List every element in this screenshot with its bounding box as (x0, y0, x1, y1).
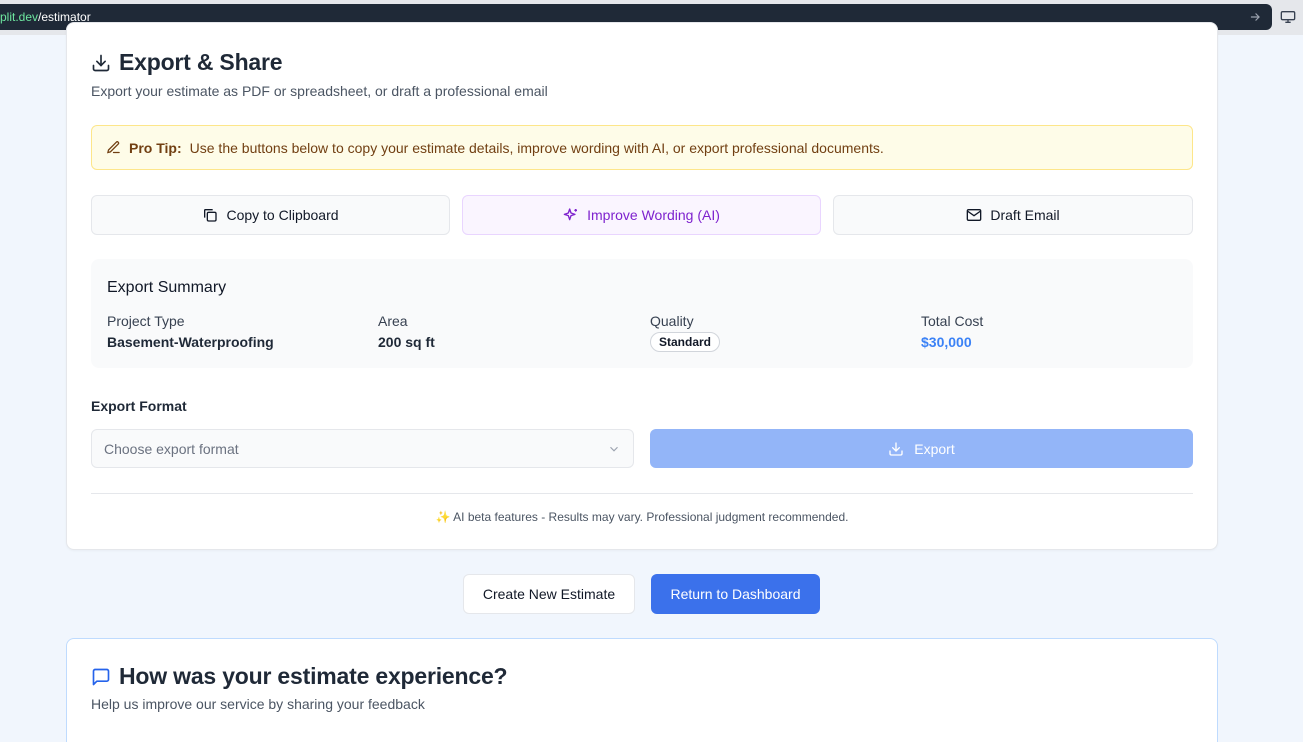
project-type-label: Project Type (107, 313, 185, 329)
pencil-icon (107, 141, 120, 154)
return-to-dashboard-button[interactable]: Return to Dashboard (651, 574, 820, 614)
summary-total-cost: Total Cost $30,000 (921, 313, 983, 350)
total-cost-label: Total Cost (921, 313, 984, 329)
export-subtitle: Export your estimate as PDF or spreadshe… (91, 83, 548, 99)
return-dashboard-label: Return to Dashboard (670, 586, 801, 602)
copy-icon (204, 209, 218, 222)
quality-badge: Standard (650, 332, 721, 352)
page-title: Export & Share (119, 49, 283, 75)
copy-to-clipboard-button[interactable]: Copy to Clipboard (91, 195, 450, 235)
area-value: 200 sq ft (378, 334, 435, 350)
mail-icon (967, 209, 982, 221)
export-button[interactable]: Export (650, 429, 1193, 468)
improve-button-label: Improve Wording (AI) (587, 207, 720, 223)
create-new-label: Create New Estimate (482, 586, 616, 602)
quality-label: Quality (650, 313, 694, 329)
export-share-card: Export & Share Export your estimate as P… (66, 22, 1218, 550)
export-header: Export & Share (91, 49, 283, 76)
monitor-icon[interactable] (1280, 10, 1296, 24)
pro-tip-text: Use the buttons below to copy your estim… (189, 139, 884, 156)
feedback-title: How was your estimate experience? (119, 663, 508, 689)
area-label: Area (378, 313, 408, 329)
email-button-label: Draft Email (990, 207, 1060, 223)
export-format-label: Export Format (91, 398, 187, 414)
project-type-value: Basement-Waterproofing (107, 334, 274, 350)
arrow-right-icon[interactable] (1248, 10, 1262, 24)
summary-quality: Quality Standard (650, 313, 721, 352)
feedback-card: How was your estimate experience? Help u… (66, 638, 1218, 742)
pro-tip-label: Pro Tip: (129, 139, 182, 156)
sparkles-icon (563, 208, 578, 221)
feedback-subtitle: Help us improve our service by sharing y… (91, 696, 425, 712)
export-format-placeholder: Choose export format (104, 440, 239, 457)
total-cost-value: $30,000 (921, 334, 972, 350)
summary-area: Area 200 sq ft (378, 313, 435, 350)
create-new-estimate-button[interactable]: Create New Estimate (463, 574, 635, 614)
export-summary: Export Summary Project Type Basement-Wat… (91, 259, 1193, 368)
export-format-select[interactable]: Choose export format (91, 429, 634, 468)
message-square-icon (92, 668, 110, 685)
divider (91, 493, 1193, 494)
draft-email-button[interactable]: Draft Email (833, 195, 1193, 235)
action-button-row: Copy to Clipboard Improve Wording (AI) D… (91, 195, 1193, 235)
export-button-label: Export (914, 440, 955, 457)
pro-tip-banner: Pro Tip: Use the buttons below to copy y… (91, 125, 1193, 170)
feedback-header: How was your estimate experience? (91, 663, 508, 690)
chevron-down-icon (610, 446, 618, 452)
download-icon (92, 54, 110, 71)
improve-wording-button[interactable]: Improve Wording (AI) (462, 195, 821, 235)
summary-title: Export Summary (107, 279, 227, 296)
download-icon (889, 441, 903, 456)
summary-project-type: Project Type Basement-Waterproofing (107, 313, 274, 350)
ai-beta-note: ✨ AI beta features - Results may vary. P… (435, 510, 849, 524)
copy-button-label: Copy to Clipboard (226, 207, 339, 223)
